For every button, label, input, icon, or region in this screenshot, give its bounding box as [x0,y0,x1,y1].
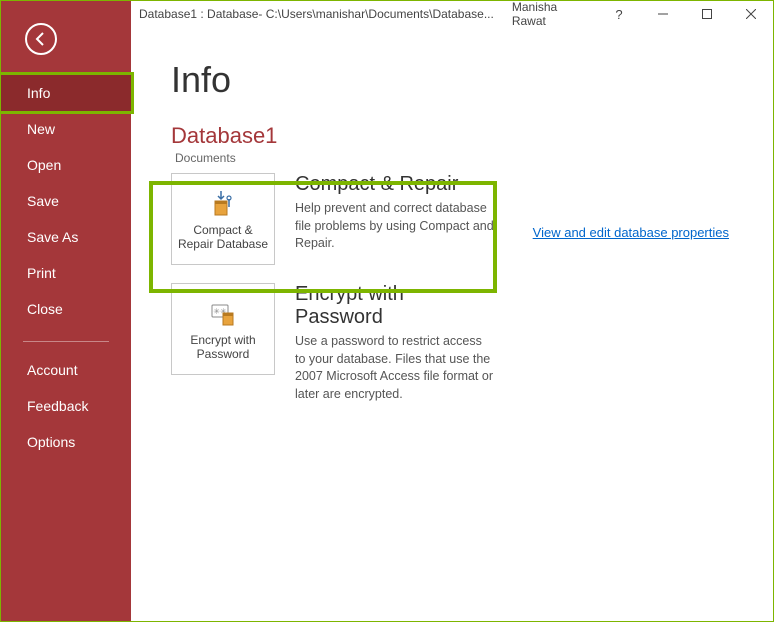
action-row-compact: Compact & Repair Database Compact & Repa… [171,173,733,265]
tile-label: Compact & Repair Database [176,223,270,252]
backstage-sidebar: Info New Open Save Save As Print Close A… [1,1,131,621]
sidebar-menu: Info New Open Save Save As Print Close A… [1,75,131,460]
sidebar-item-label: Save [27,193,59,209]
database-name: Database1 [171,123,733,149]
action-row-encrypt: ✳✳ Encrypt with Password Encrypt with Pa… [171,283,733,403]
maximize-button[interactable] [685,1,729,27]
help-button[interactable]: ? [597,1,641,27]
action-description: Use a password to restrict access to you… [295,333,495,403]
compact-repair-button[interactable]: Compact & Repair Database [171,173,275,265]
sidebar-item-label: Feedback [27,398,88,414]
window-title: Database1 : Database- C:\Users\manishar\… [139,7,494,21]
close-icon [746,9,756,19]
encrypt-icon: ✳✳ [207,297,239,329]
sidebar-item-label: Account [27,362,78,378]
sidebar-item-options[interactable]: Options [1,424,131,460]
window-controls: ? [597,1,773,27]
actions-list: Compact & Repair Database Compact & Repa… [171,173,733,403]
sidebar-item-label: Open [27,157,61,173]
sidebar-item-label: Info [27,85,50,101]
page-title: Info [171,59,733,101]
encrypt-password-text: Encrypt with Password Use a password to … [295,283,495,403]
titlebar: Database1 : Database- C:\Users\manishar\… [131,1,773,27]
minimize-button[interactable] [641,1,685,27]
sidebar-item-info[interactable]: Info [0,72,134,114]
view-properties-link[interactable]: View and edit database properties [533,225,729,240]
action-title: Encrypt with Password [295,283,495,329]
sidebar-divider [23,341,109,342]
minimize-icon [658,9,668,19]
compact-repair-text: Compact & Repair Help prevent and correc… [295,173,495,253]
help-icon: ? [615,7,622,22]
sidebar-item-label: Save As [27,229,78,245]
sidebar-item-close[interactable]: Close [1,291,131,327]
sidebar-item-print[interactable]: Print [1,255,131,291]
content-area: Info Database1 Documents [131,27,773,621]
username-label: Manisha Rawat [512,0,585,28]
sidebar-item-label: New [27,121,55,137]
sidebar-item-label: Print [27,265,56,281]
sidebar-item-saveas[interactable]: Save As [1,219,131,255]
action-title: Compact & Repair [295,173,495,196]
sidebar-item-feedback[interactable]: Feedback [1,388,131,424]
sidebar-item-label: Options [27,434,75,450]
tile-label: Encrypt with Password [176,333,270,362]
action-description: Help prevent and correct database file p… [295,200,495,253]
back-button[interactable] [25,23,57,55]
compact-repair-icon [207,187,239,219]
path-label: Documents [175,151,733,165]
back-arrow-icon [33,31,49,47]
sidebar-item-label: Close [27,301,63,317]
sidebar-item-account[interactable]: Account [1,352,131,388]
sidebar-item-open[interactable]: Open [1,147,131,183]
main-area: Database1 : Database- C:\Users\manishar\… [131,1,773,621]
app-window: Info New Open Save Save As Print Close A… [0,0,774,622]
sidebar-item-new[interactable]: New [1,111,131,147]
sidebar-item-save[interactable]: Save [1,183,131,219]
close-button[interactable] [729,1,773,27]
maximize-icon [702,9,712,19]
encrypt-password-button[interactable]: ✳✳ Encrypt with Password [171,283,275,375]
